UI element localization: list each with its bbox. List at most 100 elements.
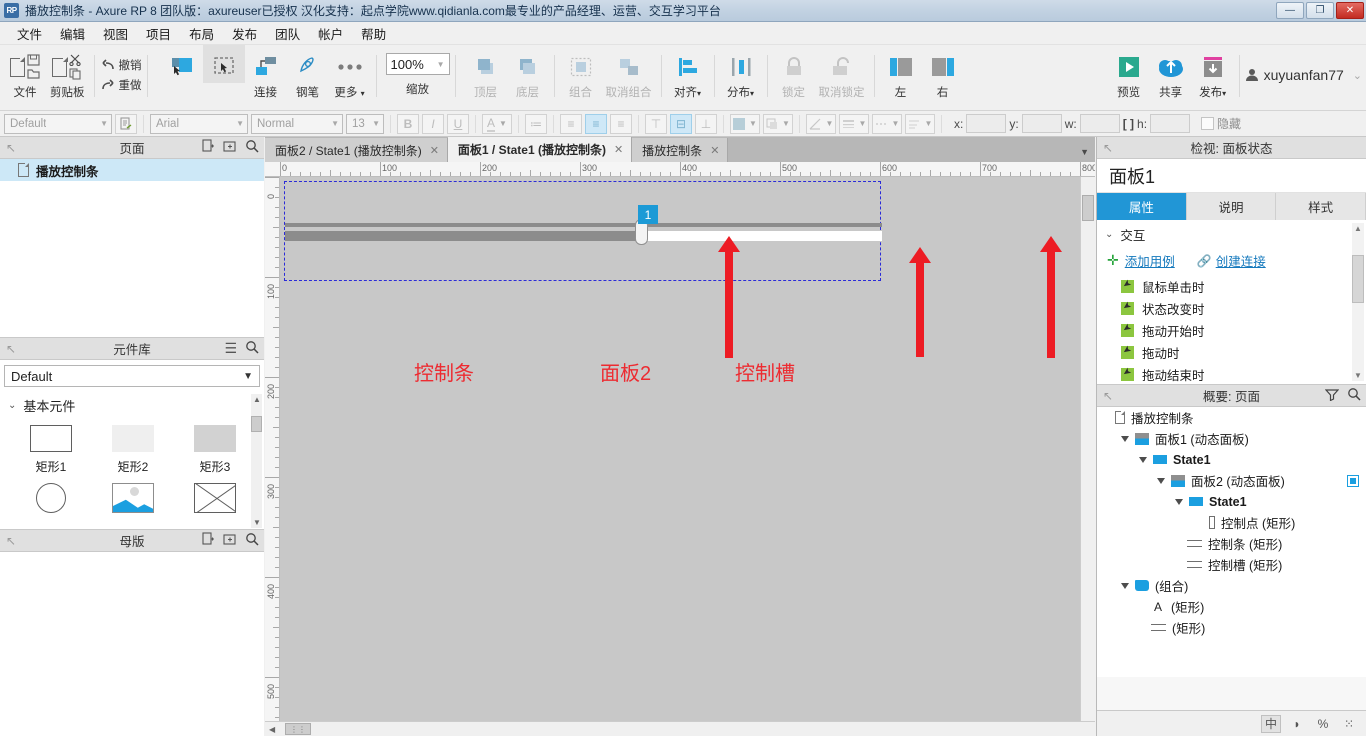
search-icon[interactable] xyxy=(1347,387,1361,404)
align-center-button[interactable]: ≡ xyxy=(585,113,607,134)
create-link-link[interactable]: 创建连接 xyxy=(1216,251,1266,270)
valign-middle-button[interactable]: ⊟ xyxy=(670,113,692,134)
outline-node[interactable]: 控制条 (矩形) xyxy=(1097,533,1366,554)
library-select[interactable]: Default ▼ xyxy=(4,365,260,387)
h-input[interactable] xyxy=(1150,114,1191,133)
search-icon[interactable] xyxy=(245,340,259,357)
tab-style[interactable]: 样式 xyxy=(1276,193,1366,220)
outline-node[interactable]: 控制槽 (矩形) xyxy=(1097,554,1366,575)
outline-node[interactable]: (矩形) xyxy=(1097,617,1366,638)
menu-help[interactable]: 帮助 xyxy=(352,21,395,46)
widget-image[interactable] xyxy=(92,475,174,513)
add-master-icon[interactable] xyxy=(202,532,215,549)
menu-publish[interactable]: 发布 xyxy=(223,21,266,46)
search-icon[interactable] xyxy=(245,139,259,156)
percent-toggle-button[interactable]: % xyxy=(1313,715,1333,733)
underline-button[interactable]: U xyxy=(447,113,469,134)
tab-overflow-icon[interactable]: ▼ xyxy=(1080,147,1089,157)
menu-layout[interactable]: 布局 xyxy=(180,21,223,46)
inspector-scrollbar[interactable]: ▲ ▼ xyxy=(1352,223,1364,381)
collapse-arrow-icon[interactable]: ↖ xyxy=(1103,141,1113,155)
scrollbar-thumb[interactable] xyxy=(1082,195,1094,221)
outline-node[interactable]: State1 xyxy=(1097,491,1366,512)
bold-button[interactable]: B xyxy=(397,113,419,134)
outline-node[interactable]: 播放控制条 xyxy=(1097,407,1366,428)
send-back-button[interactable]: 底层 xyxy=(507,45,549,100)
interactions-header[interactable]: ⌄ 交互 xyxy=(1097,220,1366,248)
style-select[interactable]: Default ▼ xyxy=(4,113,112,134)
bring-front-button[interactable]: 顶层 xyxy=(465,45,507,100)
align-left-button[interactable]: ≡ xyxy=(560,113,582,134)
event-row[interactable]: 鼠标单击时 xyxy=(1097,275,1366,297)
canvas-vertical-scrollbar[interactable] xyxy=(1080,177,1095,721)
collapse-arrow-icon[interactable]: ↖ xyxy=(1103,389,1113,403)
scroll-up-icon[interactable]: ▲ xyxy=(253,395,261,404)
share-button[interactable]: 共享 xyxy=(1150,45,1192,100)
distribute-button[interactable]: 分布▾ xyxy=(720,45,762,100)
event-row[interactable]: 拖动开始时 xyxy=(1097,319,1366,341)
unlock-button[interactable]: 取消锁定 xyxy=(815,45,869,100)
expand-arrow-icon[interactable] xyxy=(1175,498,1183,505)
menu-file[interactable]: 文件 xyxy=(8,21,51,46)
menu-edit[interactable]: 编辑 xyxy=(51,21,94,46)
align-button[interactable]: 对齐▾ xyxy=(667,45,709,100)
collapse-arrow-icon[interactable]: ↖ xyxy=(6,534,16,548)
scrollbar-thumb[interactable] xyxy=(1352,255,1364,303)
panel-right-button[interactable]: 右 xyxy=(922,45,964,100)
w-input[interactable] xyxy=(1079,114,1120,133)
canvas-horizontal-scrollbar[interactable]: ◀ ⋮⋮ xyxy=(265,721,1095,736)
clipboard-button[interactable]: 剪贴板 xyxy=(46,45,89,100)
add-page-icon[interactable] xyxy=(202,139,215,156)
filter-icon[interactable] xyxy=(1324,388,1340,404)
pen-button[interactable]: 钢笔 xyxy=(287,45,329,100)
page-item-playback-bar[interactable]: 播放控制条 xyxy=(0,159,264,181)
connect-button[interactable]: 连接 xyxy=(245,45,287,100)
font-size-select[interactable]: 13 ▼ xyxy=(346,113,384,134)
close-button[interactable]: ✕ xyxy=(1336,2,1364,19)
tab-panel1-state1[interactable]: 面板1 / State1 (播放控制条) ✕ xyxy=(447,137,633,162)
event-row[interactable]: 拖动结束时 xyxy=(1097,363,1366,384)
library-group-basic[interactable]: ⌄ 基本元件 xyxy=(0,392,264,417)
font-color-button[interactable]: A ▼ xyxy=(482,113,512,134)
expand-arrow-icon[interactable] xyxy=(1121,435,1129,442)
dots-toggle-button[interactable]: ⁙ xyxy=(1339,715,1359,733)
tab-properties[interactable]: 属性 xyxy=(1097,193,1187,220)
valign-top-button[interactable]: ⊤ xyxy=(645,113,667,134)
lock-ratio-icon[interactable]: [ ] xyxy=(1123,117,1134,131)
outline-node[interactable]: 控制点 (矩形) xyxy=(1097,512,1366,533)
maximize-button[interactable]: ❐ xyxy=(1306,2,1334,19)
tab-panel2-state1[interactable]: 面板2 / State1 (播放控制条) ✕ xyxy=(265,138,448,162)
menu-project[interactable]: 项目 xyxy=(137,21,180,46)
widget-rectangle-3[interactable]: 矩形3 xyxy=(174,417,256,475)
line-style-button[interactable]: ▼ xyxy=(872,113,902,134)
contrast-toggle-button[interactable]: ◗ xyxy=(1287,715,1307,733)
outline-node[interactable]: State1 xyxy=(1097,449,1366,470)
arrow-style-button[interactable]: ▼ xyxy=(905,113,935,134)
hidden-checkbox[interactable] xyxy=(1201,117,1215,130)
scroll-left-icon[interactable]: ◀ xyxy=(269,725,275,734)
collapse-arrow-icon[interactable]: ↖ xyxy=(6,141,16,155)
event-row[interactable]: 拖动时 xyxy=(1097,341,1366,363)
preview-button[interactable]: 预览 xyxy=(1108,45,1150,100)
scrollbar-thumb[interactable] xyxy=(251,416,262,432)
expand-arrow-icon[interactable] xyxy=(1121,582,1129,589)
close-icon[interactable]: ✕ xyxy=(614,143,623,156)
panel-state-marker-icon[interactable] xyxy=(1347,474,1359,487)
close-icon[interactable]: ✕ xyxy=(710,144,719,157)
outline-node[interactable]: (组合) xyxy=(1097,575,1366,596)
widget-rectangle-1[interactable]: 矩形1 xyxy=(10,417,92,475)
redo-button[interactable]: 重做 xyxy=(100,77,142,93)
zoom-control[interactable]: 100% ▼ 缩放 xyxy=(385,45,450,97)
menu-view[interactable]: 视图 xyxy=(94,21,137,46)
outline-node[interactable]: A (矩形) xyxy=(1097,596,1366,617)
control-track-widget[interactable] xyxy=(285,231,882,241)
outline-node[interactable]: 面板2 (动态面板) xyxy=(1097,470,1366,491)
widget-ellipse[interactable] xyxy=(10,475,92,513)
fill-color-button[interactable]: ▼ xyxy=(730,113,760,134)
close-icon[interactable]: ✕ xyxy=(430,144,439,157)
event-row[interactable]: 状态改变时 xyxy=(1097,297,1366,319)
font-family-select[interactable]: Arial ▼ xyxy=(150,113,248,134)
style-edit-button[interactable] xyxy=(115,113,137,134)
search-icon[interactable] xyxy=(245,532,259,549)
italic-button[interactable]: I xyxy=(422,113,444,134)
